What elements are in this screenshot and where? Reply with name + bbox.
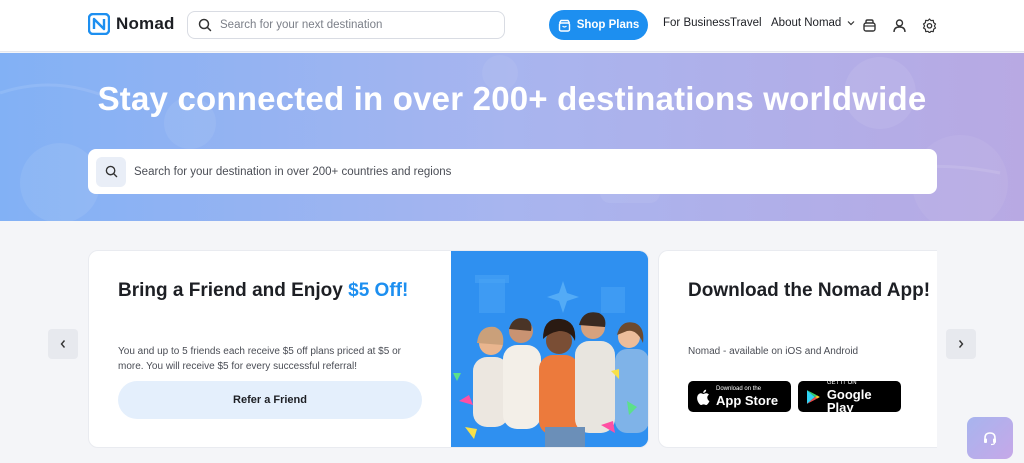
about-nomad-label: About Nomad bbox=[771, 17, 842, 29]
shop-plans-button[interactable]: Shop Plans bbox=[549, 10, 648, 40]
google-play-big-text: Google Play bbox=[826, 386, 872, 415]
search-icon bbox=[198, 18, 212, 32]
carousel-next-button[interactable] bbox=[946, 329, 976, 359]
google-play-small-text: GET IT ON bbox=[826, 379, 857, 386]
settings-icon[interactable] bbox=[919, 15, 939, 35]
nav-search-input[interactable] bbox=[220, 19, 490, 31]
nav-link-for-business[interactable]: For Business bbox=[663, 17, 730, 29]
chevron-right-icon bbox=[958, 340, 964, 348]
user-icon[interactable] bbox=[889, 15, 909, 35]
hero-title: Stay connected in over 200+ destinations… bbox=[97, 80, 927, 117]
nomad-logo-icon bbox=[88, 13, 110, 35]
referral-description: You and up to 5 friends each receive $5 … bbox=[118, 346, 401, 372]
app-store-badge[interactable]: Download on the App Store bbox=[688, 381, 791, 412]
logo-text: Nomad bbox=[116, 14, 175, 33]
referral-title-main: Bring a Friend and Enjoy bbox=[118, 280, 349, 301]
customer-support-button[interactable] bbox=[967, 417, 1013, 459]
hero-background-pattern bbox=[0, 55, 1008, 221]
chevron-down-icon bbox=[847, 21, 855, 26]
top-navbar: Nomad Shop Plans For Business Travel Abo… bbox=[0, 0, 1024, 52]
app-store-big-text: App Store bbox=[716, 393, 779, 408]
app-store-badge-text: Download on the App Store bbox=[716, 386, 778, 407]
referral-promo-card[interactable]: Bring a Friend and Enjoy $5 Off! You and… bbox=[88, 250, 649, 448]
nomad-logo[interactable]: Nomad bbox=[88, 13, 175, 35]
bag-icon[interactable] bbox=[859, 15, 879, 35]
google-play-badge-text: GET IT ON Google Play bbox=[827, 380, 901, 414]
google-play-icon bbox=[806, 389, 820, 404]
download-app-title: Download the Nomad App! bbox=[688, 280, 931, 301]
hero-banner: Stay connected in over 200+ destinations… bbox=[0, 53, 1024, 221]
shop-plans-label: Shop Plans bbox=[576, 19, 640, 31]
carousel-prev-button[interactable] bbox=[48, 329, 78, 359]
nav-link-about-nomad[interactable]: About Nomad bbox=[771, 17, 855, 29]
nav-search-box[interactable] bbox=[187, 11, 505, 39]
chevron-left-icon bbox=[60, 340, 66, 348]
app-store-small-text: Download on the bbox=[716, 386, 762, 392]
hero-search-icon-box bbox=[96, 156, 126, 187]
referral-title-accent: $5 Off! bbox=[348, 280, 409, 301]
download-app-subtitle: Nomad - available on iOS and Android bbox=[688, 346, 859, 357]
friends-promo-image bbox=[451, 251, 648, 447]
referral-title: Bring a Friend and Enjoy $5 Off! bbox=[118, 280, 408, 302]
download-app-card[interactable]: Download the Nomad App! Nomad - availabl… bbox=[658, 250, 937, 448]
hero-search-input[interactable] bbox=[134, 165, 914, 178]
headset-icon bbox=[984, 432, 996, 446]
hero-search-box[interactable] bbox=[88, 149, 937, 194]
shop-icon bbox=[558, 19, 570, 32]
google-play-badge[interactable]: GET IT ON Google Play bbox=[798, 380, 901, 414]
refer-a-friend-button[interactable]: Refer a Friend bbox=[118, 381, 422, 419]
search-icon bbox=[105, 165, 117, 178]
apple-icon bbox=[697, 389, 710, 405]
nav-link-travel[interactable]: Travel bbox=[730, 17, 762, 29]
friends-illustration bbox=[451, 251, 648, 447]
